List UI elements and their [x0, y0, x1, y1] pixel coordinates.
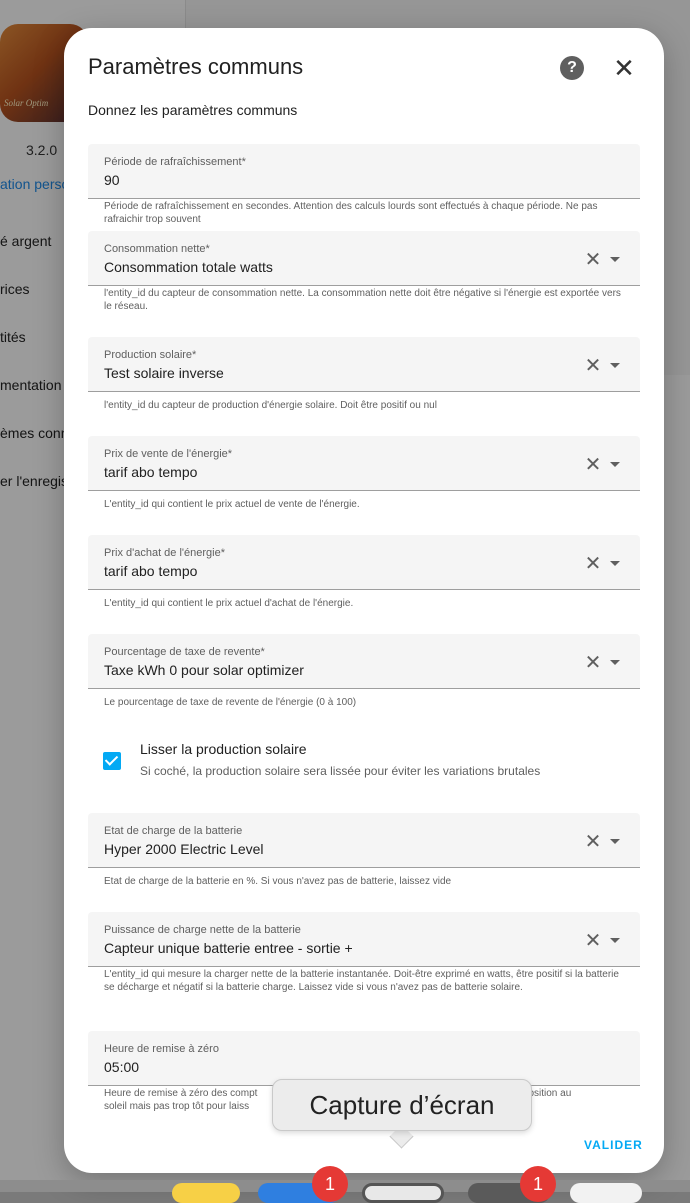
- dropdown-arrow-icon[interactable]: [610, 257, 620, 262]
- dropdown-arrow-icon[interactable]: [610, 938, 620, 943]
- reset-time-field[interactable]: Heure de remise à zéro 05:00: [88, 1031, 640, 1086]
- settings-dialog: Paramètres communs ? ✕ Donnez les paramè…: [64, 28, 664, 1173]
- field-value: Hyper 2000 Electric Level: [104, 841, 264, 857]
- field-label: Puissance de charge nette de la batterie: [104, 924, 301, 936]
- field-label: Prix d'achat de l'énergie*: [104, 547, 225, 559]
- dropdown-arrow-icon[interactable]: [610, 462, 620, 467]
- clear-icon[interactable]: ✕: [584, 250, 602, 270]
- battery-soc-select[interactable]: Etat de charge de la batterie Hyper 2000…: [88, 813, 640, 868]
- solar-production-select[interactable]: Production solaire* Test solaire inverse…: [88, 337, 640, 392]
- field-value: tarif abo tempo: [104, 464, 198, 480]
- screenshot-app-icon[interactable]: [362, 1183, 444, 1203]
- field-label: Etat de charge de la batterie: [104, 825, 243, 837]
- dialog-subtitle: Donnez les paramètres communs: [88, 102, 298, 118]
- field-value: Consommation totale watts: [104, 259, 273, 275]
- sell-price-select[interactable]: Prix de vente de l'énergie* tarif abo te…: [88, 436, 640, 491]
- checkbox-description: Si coché, la production solaire sera lis…: [140, 764, 541, 778]
- clear-icon[interactable]: ✕: [584, 356, 602, 376]
- submit-button[interactable]: VALIDER: [584, 1138, 643, 1152]
- checkbox-label: Lisser la production solaire: [140, 741, 307, 757]
- close-icon[interactable]: ✕: [612, 54, 636, 82]
- dropdown-arrow-icon[interactable]: [610, 660, 620, 665]
- field-helper: L'entity_id qui mesure la charger nette …: [104, 969, 619, 993]
- smooth-solar-checkbox[interactable]: [103, 752, 121, 770]
- notification-badge: 1: [312, 1166, 348, 1202]
- clear-icon[interactable]: ✕: [584, 931, 602, 951]
- dropdown-arrow-icon[interactable]: [610, 363, 620, 368]
- field-label: Pourcentage de taxe de revente*: [104, 646, 265, 658]
- field-value: Test solaire inverse: [104, 365, 224, 381]
- help-icon[interactable]: ?: [560, 56, 584, 80]
- field-value: tarif abo tempo: [104, 563, 198, 579]
- dropdown-arrow-icon[interactable]: [610, 561, 620, 566]
- helper-part: Heure de remise à zéro des compt: [104, 1088, 258, 1099]
- dropdown-arrow-icon[interactable]: [610, 839, 620, 844]
- clear-icon[interactable]: ✕: [584, 653, 602, 673]
- net-consumption-select[interactable]: Consommation nette* Consommation totale …: [88, 231, 640, 286]
- refresh-period-field[interactable]: Période de rafraîchissement* 90: [88, 144, 640, 199]
- notes-app-icon[interactable]: [172, 1183, 240, 1203]
- field-helper: Etat de charge de la batterie en %. Si v…: [104, 876, 452, 887]
- app-icon[interactable]: [570, 1183, 642, 1203]
- clear-icon[interactable]: ✕: [584, 832, 602, 852]
- dialog-title: Paramètres communs: [88, 54, 304, 79]
- field-value: Capteur unique batterie entree - sortie …: [104, 940, 353, 956]
- battery-power-select[interactable]: Puissance de charge nette de la batterie…: [88, 912, 640, 967]
- clear-icon[interactable]: ✕: [584, 554, 602, 574]
- screenshot-tooltip: Capture d’écran: [272, 1079, 532, 1131]
- field-label: Prix de vente de l'énergie*: [104, 448, 233, 460]
- field-value[interactable]: 05:00: [104, 1059, 139, 1075]
- tooltip-text: Capture d’écran: [309, 1090, 495, 1120]
- field-label: Consommation nette*: [104, 243, 210, 255]
- field-helper: L'entity_id qui contient le prix actuel …: [104, 598, 354, 609]
- buy-price-select[interactable]: Prix d'achat de l'énergie* tarif abo tem…: [88, 535, 640, 590]
- field-value: Taxe kWh 0 pour solar optimizer: [104, 662, 304, 678]
- field-helper: l'entity_id du capteur de production d'é…: [104, 400, 437, 411]
- clear-icon[interactable]: ✕: [584, 455, 602, 475]
- resale-tax-select[interactable]: Pourcentage de taxe de revente* Taxe kWh…: [88, 634, 640, 689]
- field-label: Production solaire*: [104, 349, 197, 361]
- field-helper: L'entity_id qui contient le prix actuel …: [104, 499, 360, 510]
- field-label: Période de rafraîchissement*: [104, 156, 246, 168]
- field-value[interactable]: 90: [104, 172, 120, 188]
- field-helper: Période de rafraîchissement en secondes.…: [104, 201, 598, 225]
- notification-badge: 1: [520, 1166, 556, 1202]
- field-helper: Le pourcentage de taxe de revente de l'é…: [104, 697, 357, 708]
- field-label: Heure de remise à zéro: [104, 1043, 219, 1055]
- helper-part: soleil mais pas trop tôt pour laiss: [104, 1101, 250, 1112]
- field-helper: l'entity_id du capteur de consommation n…: [104, 288, 621, 312]
